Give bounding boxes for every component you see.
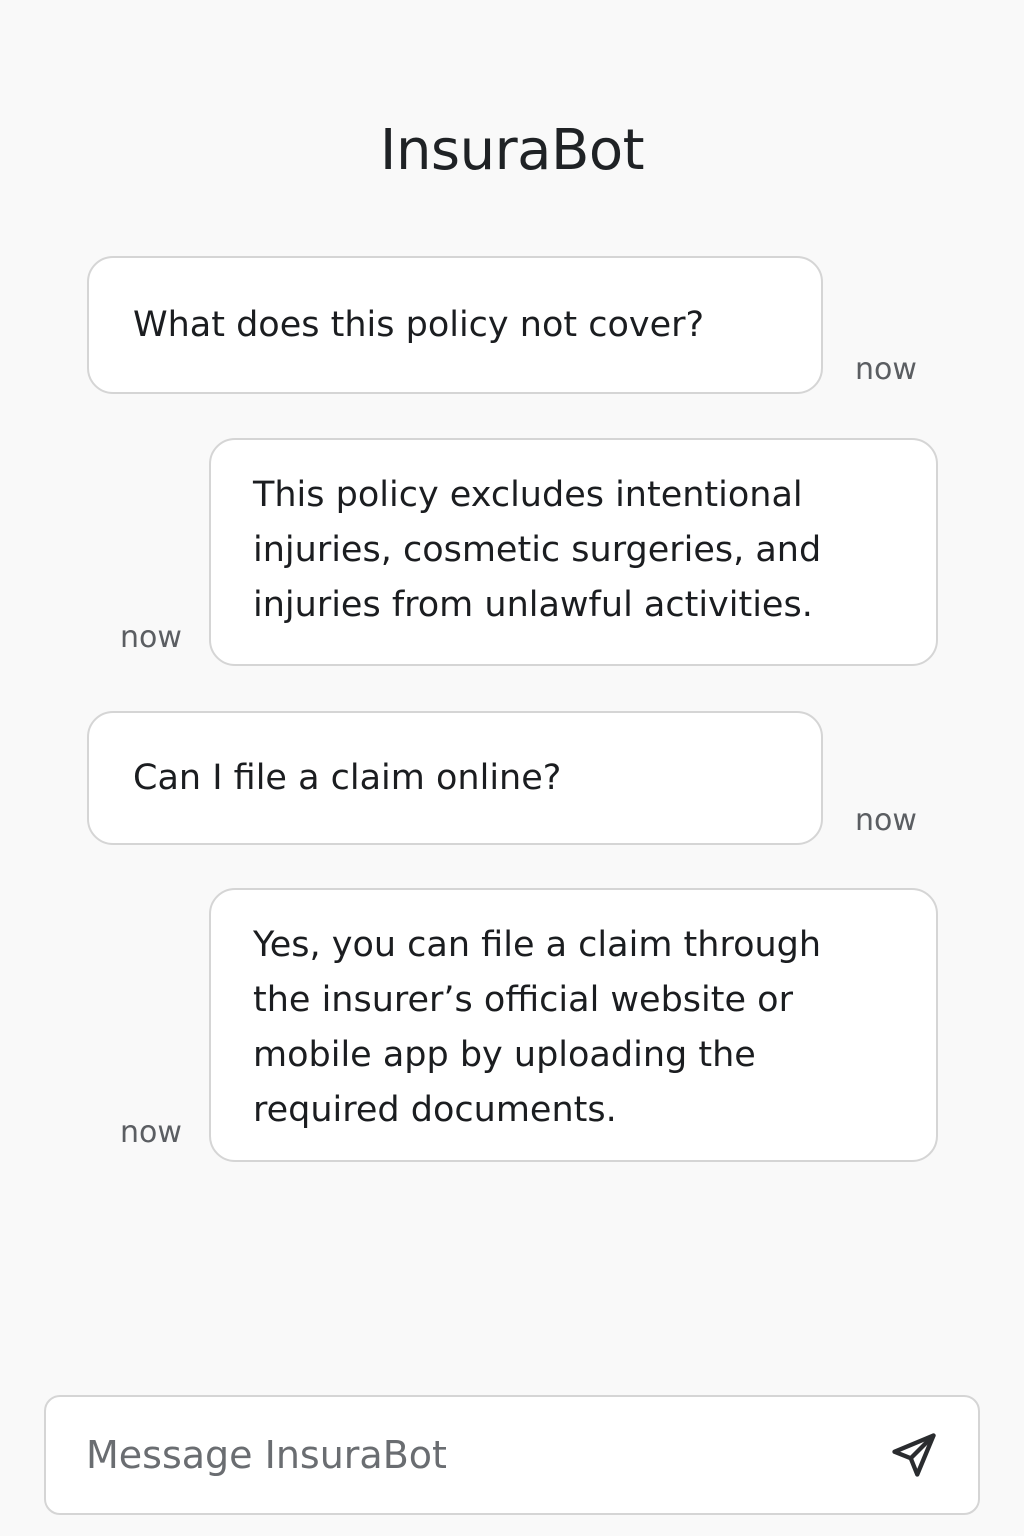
message-text: What does this policy not cover? [133,304,705,345]
send-button[interactable] [882,1423,946,1487]
bot-message-bubble: This policy excludes intentional injurie… [209,438,938,666]
user-message-bubble: Can I file a claim online? [87,711,823,845]
message-timestamp: now [120,620,182,655]
message-text: Can I file a claim online? [133,757,562,798]
send-paper-plane-icon [892,1433,936,1477]
app-title: InsuraBot [379,118,645,183]
message-text: Yes, you can file a claim through the in… [253,925,822,1130]
message-timestamp: now [855,352,917,387]
message-text: This policy excludes intentional injurie… [253,475,822,625]
message-composer [44,1395,980,1515]
bot-message-bubble: Yes, you can file a claim through the in… [209,888,938,1162]
message-timestamp: now [120,1115,182,1150]
user-message-bubble: What does this policy not cover? [87,256,823,394]
message-timestamp: now [855,803,917,838]
message-input[interactable] [86,1425,846,1485]
